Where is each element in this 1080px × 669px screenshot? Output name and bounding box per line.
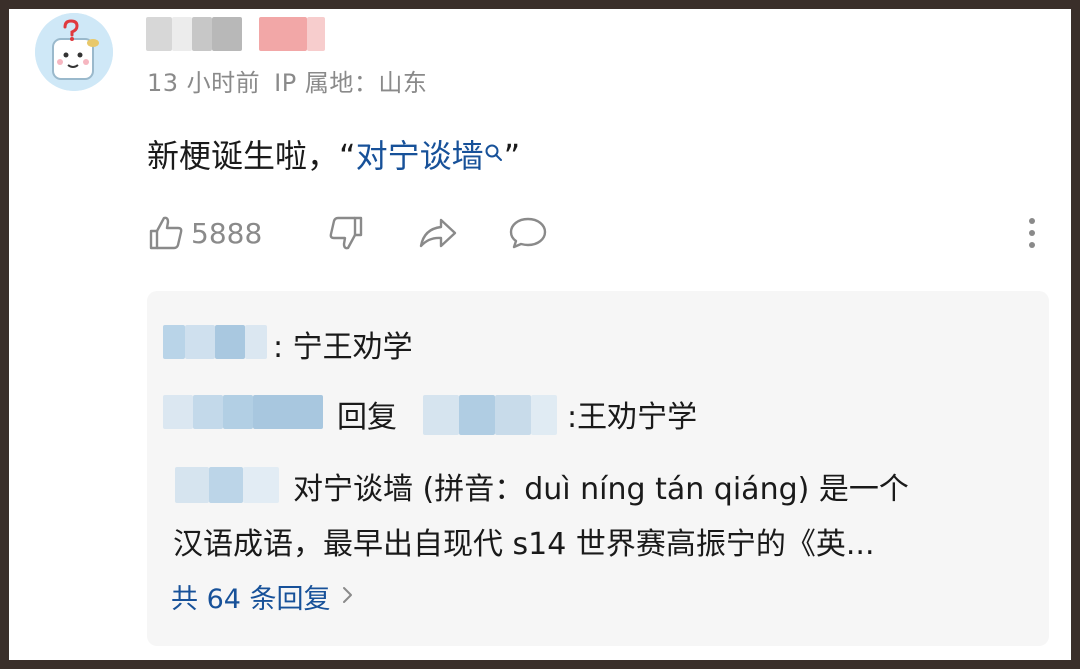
replies-preview[interactable]: : 宁王劝学 回复 :王劝宁学 对宁谈墙 (拼音：duì níng tán qi… xyxy=(147,291,1049,646)
ip-location: IP 属地：山东 xyxy=(274,69,428,97)
thumbs-down-icon xyxy=(327,214,365,252)
comment-card: 13 小时前 IP 属地：山东 新梗诞生啦，“对宁谈墙 ” 5888: 宁王劝学… xyxy=(9,9,1071,660)
reply-button[interactable] xyxy=(507,211,549,255)
reply-text-continued: 汉语成语，最早出自现代 s14 世界赛高振宁的《英... xyxy=(173,527,875,562)
comment-text-prefix: 新梗诞生啦，“ xyxy=(147,137,356,175)
like-button[interactable]: 5888 xyxy=(147,211,262,255)
chevron-right-icon xyxy=(341,581,353,612)
thumbs-up-icon xyxy=(147,214,185,252)
action-bar: 5888 xyxy=(147,211,1047,255)
share-icon xyxy=(417,214,459,252)
more-icon xyxy=(1027,215,1037,251)
topic-link[interactable]: 对宁谈墙 xyxy=(356,137,484,175)
comment-text-suffix: ” xyxy=(503,137,521,175)
reply-text: : 宁王劝学 xyxy=(273,330,413,365)
more-replies-label: 共 64 条回复 xyxy=(171,584,331,615)
reply-text: 对宁谈墙 (拼音：duì níng tán qiáng) 是一个 xyxy=(293,472,909,507)
reply-text: :王劝宁学 xyxy=(567,400,698,435)
timestamp: 13 小时前 xyxy=(147,69,261,97)
more-options-button[interactable] xyxy=(1027,211,1037,255)
search-icon[interactable] xyxy=(484,133,504,171)
reply-verb: 回复 xyxy=(337,400,397,435)
like-count: 5888 xyxy=(191,216,263,250)
comment-meta: 13 小时前 IP 属地：山东 xyxy=(147,63,427,98)
view-all-replies-link[interactable]: 共 64 条回复 xyxy=(171,577,353,616)
share-button[interactable] xyxy=(417,211,459,255)
photo-frame: 13 小时前 IP 属地：山东 新梗诞生啦，“对宁谈墙 ” 5888: 宁王劝学… xyxy=(0,0,1080,669)
avatar[interactable] xyxy=(35,13,113,91)
comment-text: 新梗诞生啦，“对宁谈墙 ” xyxy=(147,131,520,177)
dislike-button[interactable] xyxy=(327,211,365,255)
comment-icon xyxy=(507,214,549,252)
